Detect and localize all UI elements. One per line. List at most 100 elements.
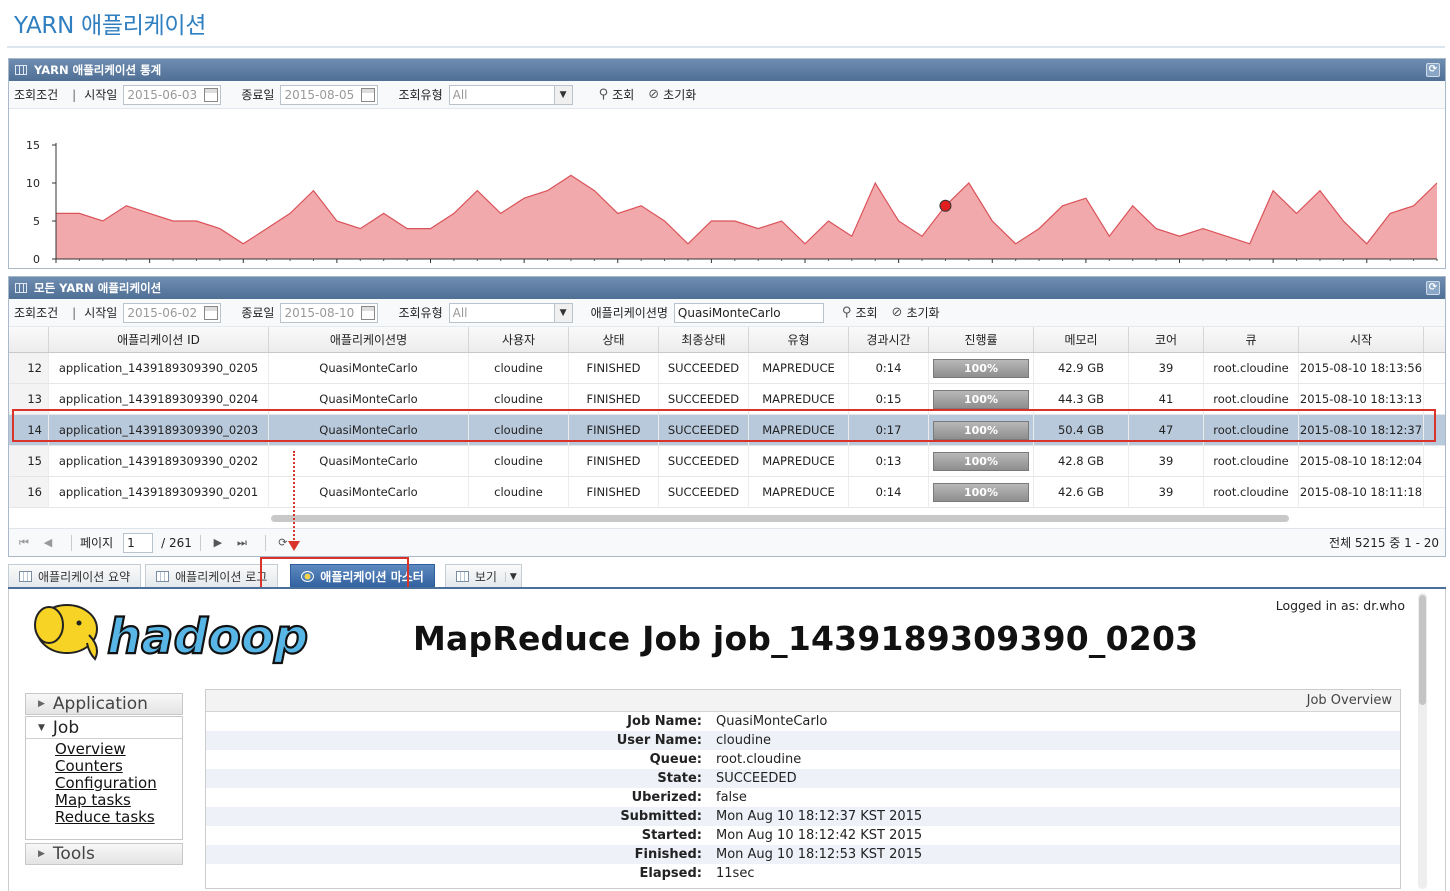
refresh-icon[interactable]: ⟳: [1426, 281, 1440, 295]
x-tick-label: 2015-08-05 00: [858, 266, 939, 267]
column-header[interactable]: 큐: [1204, 327, 1299, 352]
annotation-arrow: [293, 451, 295, 543]
start-date-input[interactable]: 2015-06-03: [123, 84, 222, 105]
column-header[interactable]: 경과시간: [849, 327, 929, 352]
nav-tools[interactable]: ▶ Tools: [25, 843, 183, 865]
overview-value: cloudine: [716, 733, 772, 748]
column-header[interactable]: 애플리케이션 ID: [49, 327, 269, 352]
column-header[interactable]: 상태: [569, 327, 659, 352]
link-overview[interactable]: Overview: [55, 741, 182, 758]
table-cell: root.cloudine: [1204, 477, 1299, 507]
reset-button[interactable]: ⊘ 초기화: [892, 304, 940, 321]
reset-button[interactable]: ⊘ 초기화: [648, 86, 696, 103]
highlighted-point: [939, 199, 952, 212]
chevron-down-icon[interactable]: ▼: [553, 85, 572, 104]
table-header: 애플리케이션 ID 애플리케이션명 사용자 상태 최종상태 유형 경과시간 진행률 메모리 코어 큐…: [9, 327, 1445, 353]
calendar-icon[interactable]: [204, 87, 219, 102]
tab-app-log[interactable]: 애플리케이션 로그: [145, 564, 279, 588]
column-header[interactable]: 사용자: [469, 327, 569, 352]
table-cell: 0:13: [849, 446, 929, 476]
page-input[interactable]: 1: [123, 532, 154, 553]
table-cell: cloudine: [469, 446, 569, 476]
chevron-down-icon[interactable]: ▼: [553, 303, 572, 322]
link-configuration[interactable]: Configuration: [55, 775, 182, 792]
column-header[interactable]: [9, 327, 49, 352]
table-cell: application_1439189309390_0201: [49, 477, 269, 507]
overview-row: User Name: cloudine: [206, 731, 1400, 750]
row-number: 16: [9, 477, 49, 507]
chevron-down-icon[interactable]: ▼: [504, 571, 517, 582]
table-cell: QuasiMonteCarlo: [269, 353, 469, 383]
table-row[interactable]: 12 application_1439189309390_0205 QuasiMon…: [9, 353, 1445, 384]
reset-icon: ⊘: [891, 305, 903, 320]
stats-filter-row: 조회조건 | 시작일 2015-06-03 종료일 2015-08-05 조회유…: [9, 81, 1445, 109]
type-select[interactable]: All ▼: [448, 302, 573, 323]
refresh-icon[interactable]: ⟳: [1426, 63, 1440, 77]
tab-label: 보기: [474, 570, 497, 584]
end-date-input[interactable]: 2015-08-05: [280, 84, 379, 105]
overview-key: Elapsed:: [639, 866, 702, 881]
overview-key: State:: [657, 771, 702, 786]
table-cell: root.cloudine: [1204, 415, 1299, 445]
table-row[interactable]: 13 application_1439189309390_0204 QuasiMon…: [9, 384, 1445, 415]
tab-app-master[interactable]: 애플리케이션 마스터: [290, 564, 435, 588]
start-date-input[interactable]: 2015-06-02: [123, 302, 222, 323]
column-header[interactable]: 진행률: [929, 327, 1034, 352]
calendar-icon[interactable]: [361, 87, 376, 102]
table-cell: application_1439189309390_0205: [49, 353, 269, 383]
search-button[interactable]: ⚲ 조회: [599, 86, 635, 103]
x-tick-label: 2015-08-04 16: [671, 266, 752, 267]
link-reduce-tasks[interactable]: Reduce tasks: [55, 809, 182, 826]
table-cell: FINISHED: [569, 415, 659, 445]
applications-area-chart: 0 5 10 15 2015-08-03 12 2015-08-03 16 2015-08-…: [15, 139, 1438, 267]
table-cell: root.cloudine: [1204, 446, 1299, 476]
end-date-input[interactable]: 2015-08-10: [280, 302, 379, 323]
x-tick-label: 2015-08-05 12: [1139, 266, 1220, 267]
type-select[interactable]: All ▼: [448, 84, 573, 105]
first-page-icon[interactable]: ⏮: [15, 536, 33, 550]
column-header[interactable]: 최종상태: [659, 327, 749, 352]
table-row[interactable]: 14 application_1439189309390_0203 QuasiMon…: [9, 415, 1445, 446]
overview-value: false: [716, 790, 747, 805]
progress-cell: 100%: [929, 384, 1034, 414]
progress-cell: 100%: [929, 477, 1034, 507]
column-header[interactable]: 애플리케이션명: [269, 327, 469, 352]
page-label: 페이지: [80, 536, 114, 550]
vertical-scrollbar-thumb[interactable]: [1419, 595, 1426, 705]
last-page-icon[interactable]: ⏭: [233, 536, 251, 550]
column-header[interactable]: 코어: [1129, 327, 1204, 352]
next-page-icon[interactable]: ▶: [209, 536, 227, 549]
column-header[interactable]: 유형: [749, 327, 849, 352]
pager: ⏮ ◀ 페이지 1 / 261 ▶ ⏭ ⟳ 전체 5215 중 1 - 20: [9, 528, 1445, 556]
link-map-tasks[interactable]: Map tasks: [55, 792, 182, 809]
stats-panel-title: YARN 애플리케이션 통계: [34, 63, 162, 77]
search-button[interactable]: ⚲ 조회: [842, 304, 878, 321]
table-cell: application_1439189309390_0202: [49, 446, 269, 476]
table-cell: MAPREDUCE: [749, 353, 849, 383]
table-row[interactable]: 15 application_1439189309390_0202 QuasiMon…: [9, 446, 1445, 477]
column-header[interactable]: 메모리: [1034, 327, 1129, 352]
column-header[interactable]: 시작: [1299, 327, 1424, 352]
reset-label: 초기화: [906, 306, 940, 320]
table-cell: 2015-08-10 18:11:18: [1299, 477, 1424, 507]
table-cell: FINISHED: [569, 353, 659, 383]
link-counters[interactable]: Counters: [55, 758, 182, 775]
calendar-icon[interactable]: [361, 305, 376, 320]
app-name-input[interactable]: QuasiMonteCarlo: [673, 302, 824, 323]
horizontal-scrollbar[interactable]: [271, 515, 1289, 522]
table-row[interactable]: 16 application_1439189309390_0201 QuasiMon…: [9, 477, 1445, 508]
tab-app-summary[interactable]: 애플리케이션 요약: [8, 564, 142, 588]
progress-bar: 100%: [933, 389, 1029, 409]
table-cell: 39: [1129, 477, 1204, 507]
grid-icon: [15, 283, 27, 293]
apps-filter-row: 조회조건 | 시작일 2015-06-02 종료일 2015-08-10 조회유…: [9, 299, 1445, 327]
prev-page-icon[interactable]: ◀: [39, 536, 57, 549]
app-name-value: QuasiMonteCarlo: [677, 305, 781, 320]
calendar-icon[interactable]: [204, 305, 219, 320]
apps-table: 애플리케이션 ID 애플리케이션명 사용자 상태 최종상태 유형 경과시간 진행률 메모리 코어 큐…: [9, 327, 1445, 508]
table-cell: application_1439189309390_0204: [49, 384, 269, 414]
nav-application[interactable]: ▶ Application: [25, 693, 183, 715]
nav-job[interactable]: ▼ Job: [26, 717, 182, 739]
table-cell: 44.3 GB: [1034, 384, 1129, 414]
tab-view[interactable]: 보기 ▼: [444, 564, 522, 588]
